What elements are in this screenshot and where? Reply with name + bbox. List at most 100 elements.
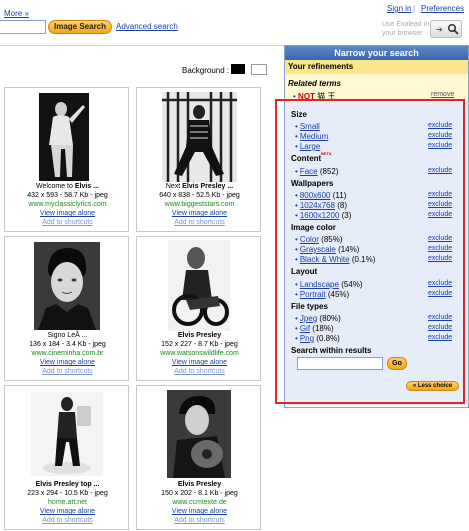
result-site: home.att.net [48,499,87,506]
result-dims: 223 x 294 - 10.5 Kb - jpeg [27,490,108,497]
result-thumbnail[interactable] [31,392,103,476]
result-site: www.biggeststars.com [164,201,235,208]
view-image-link[interactable]: View image alone [5,507,130,516]
result-caption: Elvis Presley 152 x 227 - 8.7 Kb - jpeg … [137,331,262,376]
file-types-heading: File types [291,302,328,311]
result-thumbnail[interactable] [167,390,231,478]
exclude-link[interactable]: exclude [428,290,452,297]
search-within-heading: Search within results [291,346,372,355]
facet-item-jpeg[interactable]: • Jpeg (80%) [295,314,341,323]
facet-item-face[interactable]: • Face (852) [295,167,339,176]
facet-item-landscape[interactable]: • Landscape (54%) [295,280,363,289]
narrow-search-panel: Narrow your search Your refinements Rela… [284,45,469,408]
exclude-link[interactable]: exclude [428,211,452,218]
not-label: NOT [298,92,315,101]
background-black-swatch[interactable] [231,64,245,74]
facet-item-1600x1200[interactable]: • 1600x1200 (3) [295,211,351,220]
facet-item-large[interactable]: • Large [295,142,320,151]
facet-item-small[interactable]: • Small [295,122,320,131]
result-dims: 136 x 184 - 3.4 Kb - jpeg [29,341,106,348]
result-site: www.cineminha.com.br [31,350,104,357]
result-title: Elvis Presley [177,481,222,488]
view-image-link[interactable]: View image alone [5,209,130,218]
result-card[interactable]: Elvis Presley 152 x 227 - 8.7 Kb - jpeg … [136,236,261,381]
result-thumbnail[interactable] [34,242,100,330]
layout-heading: Layout [291,267,318,276]
exclude-link[interactable]: exclude [428,132,452,139]
exclude-link[interactable]: exclude [428,167,452,174]
facet-item-1024x768[interactable]: • 1024x768 (8) [295,201,347,210]
result-caption: Welcome to Elvis ... 432 x 593 - 58.7 Kb… [5,182,130,227]
result-site: www.ccmtexte.de [172,499,227,506]
result-title: Signo LeÃ ... [47,332,88,339]
exclude-link[interactable]: exclude [428,324,452,331]
size-heading: Size [291,110,308,119]
view-image-link[interactable]: View image alone [5,358,130,367]
result-card[interactable]: Signo LeÃ ... 136 x 184 - 3.4 Kb - jpeg … [4,236,129,381]
exclude-link[interactable]: exclude [428,255,452,262]
exclude-link[interactable]: exclude [428,314,452,321]
result-site: www.myclassiclyrics.com [28,201,107,208]
result-title: Welcome to Elvis ... [36,183,99,190]
exclude-link[interactable]: exclude [428,201,452,208]
magnifier-icon [447,23,459,35]
add-shortcut-link[interactable]: Add to shortcuts [137,516,262,525]
image-color-heading: Image color [291,223,336,232]
go-button[interactable]: Go [387,357,407,370]
facet-item-png[interactable]: • Png (0.8%) [295,334,340,343]
search-input[interactable] [0,20,46,34]
add-shortcut-link[interactable]: Add to shortcuts [137,218,262,227]
advanced-search-link[interactable]: Advanced search [116,22,178,31]
beta-badge: BETA [321,151,332,156]
view-image-link[interactable]: View image alone [137,507,262,516]
facet-item-gif[interactable]: • Gif (18%) [295,324,334,333]
less-choice-button[interactable]: « Less choice [406,381,459,391]
facet-item-medium[interactable]: • Medium [295,132,328,141]
background-white-swatch[interactable] [251,64,267,75]
preferences-link[interactable]: Preferences [421,4,464,13]
exclude-link[interactable]: exclude [428,122,452,129]
add-shortcut-link[interactable]: Add to shortcuts [5,218,130,227]
facet-item-800x600[interactable]: • 800x600 (11) [295,191,346,200]
facet-item-portrait[interactable]: • Portrait (45%) [295,290,349,299]
image-search-button[interactable]: Image Search [48,20,112,34]
search-within-input[interactable] [297,357,383,370]
facet-item-color[interactable]: • Color (85%) [295,235,343,244]
exclude-link[interactable]: exclude [428,280,452,287]
not-term-text: 猫 王 [317,92,336,101]
view-image-link[interactable]: View image alone [137,209,262,218]
result-title: Next Elvis Presley ... [165,183,234,190]
exclude-link[interactable]: exclude [428,245,452,252]
result-dims: 640 x 838 - 52.5 Kb - jpeg [159,192,240,199]
add-shortcut-link[interactable]: Add to shortcuts [137,367,262,376]
view-image-link[interactable]: View image alone [137,358,262,367]
remove-link[interactable]: remove [431,91,454,98]
exalead-browser-hint: Use Exalead in your browser [382,21,430,37]
result-thumbnail[interactable] [168,240,230,331]
exclude-link[interactable]: exclude [428,334,452,341]
browser-toolbar-button[interactable]: ➔ [430,20,462,38]
add-shortcut-link[interactable]: Add to shortcuts [5,516,130,525]
result-caption: Elvis Presley top ... 223 x 294 - 10.5 K… [5,480,130,525]
exclude-link[interactable]: exclude [428,235,452,242]
header-divider [0,45,284,46]
sign-in-link[interactable]: Sign in [387,4,411,13]
facet-item-grayscale[interactable]: • Grayscale (14%) [295,245,359,254]
result-card[interactable]: Elvis Presley 150 x 202 - 8.1 Kb - jpeg … [136,385,261,530]
result-card[interactable]: Elvis Presley top ... 223 x 294 - 10.5 K… [4,385,129,530]
result-card[interactable]: Welcome to Elvis ... 432 x 593 - 58.7 Kb… [4,87,129,232]
result-caption: Signo LeÃ ... 136 x 184 - 3.4 Kb - jpeg … [5,331,130,376]
result-thumbnail[interactable] [39,93,89,181]
result-caption: Elvis Presley 150 x 202 - 8.1 Kb - jpeg … [137,480,262,525]
result-title: Elvis Presley [177,332,222,339]
result-card[interactable]: Next Elvis Presley ... 640 x 838 - 52.5 … [136,87,261,232]
add-shortcut-link[interactable]: Add to shortcuts [5,367,130,376]
result-thumbnail[interactable] [162,92,237,182]
result-dims: 432 x 593 - 58.7 Kb - jpeg [27,192,108,199]
exclude-link[interactable]: exclude [428,191,452,198]
content-heading: Content [291,154,322,163]
more-link[interactable]: More » [4,9,29,18]
related-terms-heading: Related terms [288,79,341,88]
exclude-link[interactable]: exclude [428,142,452,149]
facet-item-black-white[interactable]: • Black & White (0.1%) [295,255,375,264]
